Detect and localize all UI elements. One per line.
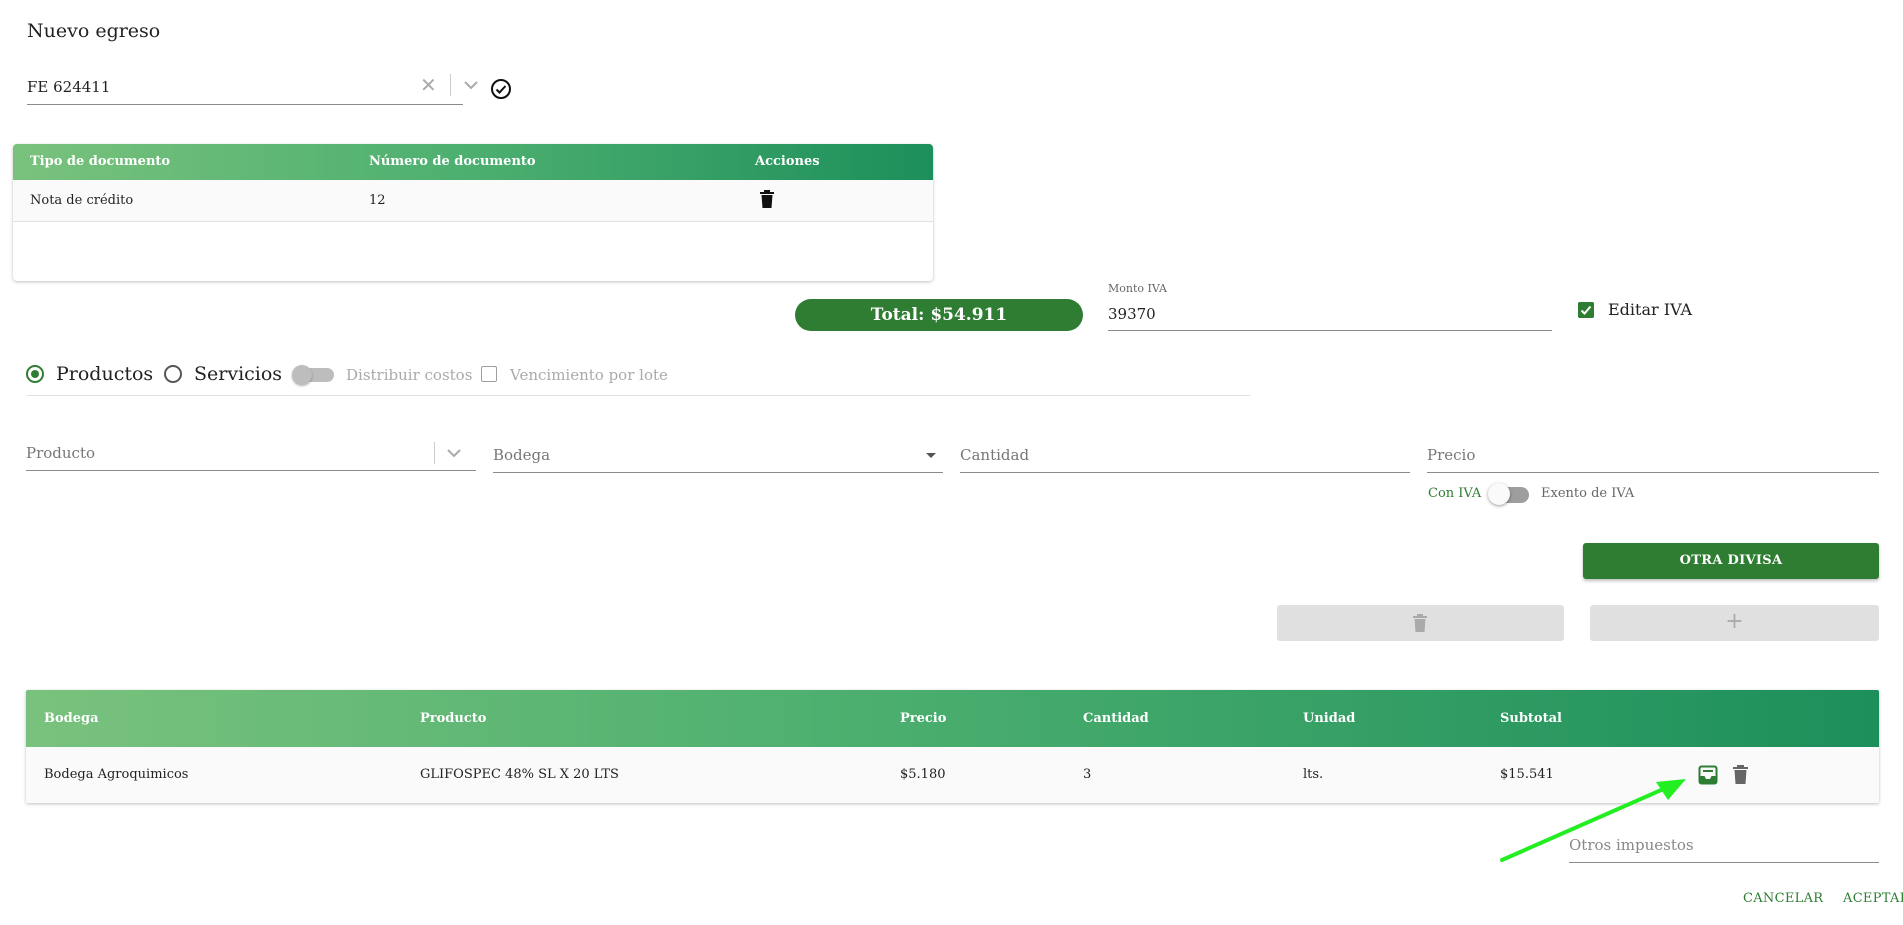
monto-iva-label: Monto IVA bbox=[1108, 282, 1167, 295]
cell-numero: 12 bbox=[369, 193, 386, 208]
page-title: Nuevo egreso bbox=[27, 20, 161, 42]
producto-placeholder: Producto bbox=[26, 444, 96, 462]
cantidad-placeholder: Cantidad bbox=[960, 446, 1030, 464]
edit-iva-checkbox[interactable] bbox=[1578, 302, 1594, 318]
bodega-placeholder: Bodega bbox=[493, 446, 551, 464]
radio-productos[interactable] bbox=[26, 365, 44, 383]
monto-iva-field[interactable]: Monto IVA 39370 bbox=[1108, 282, 1552, 331]
vencimiento-lote-label: Vencimiento por lote bbox=[510, 366, 668, 384]
header-unidad: Unidad bbox=[1303, 711, 1356, 726]
caret-down-icon bbox=[926, 453, 936, 458]
cell-bodega: Bodega Agroquimicos bbox=[44, 767, 189, 782]
header-acciones: Acciones bbox=[755, 154, 820, 169]
exento-iva-label: Exento de IVA bbox=[1541, 486, 1635, 501]
cell-cantidad: 3 bbox=[1083, 767, 1092, 782]
check-circle-icon[interactable] bbox=[489, 77, 513, 101]
header-bodega: Bodega bbox=[44, 711, 99, 726]
plus-icon: + bbox=[1725, 609, 1744, 634]
cell-precio: $5.180 bbox=[900, 767, 946, 782]
select-separator bbox=[434, 442, 435, 464]
precio-input[interactable]: Precio bbox=[1427, 440, 1879, 473]
document-select[interactable]: FE 624411 ✕ bbox=[27, 70, 478, 105]
cell-tipo: Nota de crédito bbox=[30, 193, 134, 208]
header-subtotal: Subtotal bbox=[1500, 711, 1562, 726]
annotation-arrow-icon bbox=[1500, 779, 1686, 862]
edit-iva-label: Editar IVA bbox=[1608, 300, 1693, 319]
chevron-down-icon[interactable] bbox=[461, 76, 481, 94]
iva-toggle-knob[interactable] bbox=[1488, 483, 1510, 505]
cell-producto: GLIFOSPEC 48% SL X 20 LTS bbox=[420, 767, 619, 782]
close-icon[interactable]: ✕ bbox=[420, 73, 437, 97]
radio-servicios[interactable] bbox=[164, 365, 182, 383]
divider bbox=[27, 395, 1250, 396]
header-cantidad: Cantidad bbox=[1083, 711, 1149, 726]
documents-table-header: Tipo de documento Número de documento Ac… bbox=[13, 144, 933, 180]
document-select-value: FE 624411 bbox=[27, 78, 111, 96]
radio-productos-label: Productos bbox=[56, 363, 154, 385]
trash-icon[interactable] bbox=[758, 189, 776, 209]
cell-unidad: lts. bbox=[1303, 767, 1324, 782]
bodega-select[interactable]: Bodega bbox=[493, 440, 943, 473]
distribuir-costos-label: Distribuir costos bbox=[346, 366, 473, 384]
distribuir-costos-toggle-knob[interactable] bbox=[292, 365, 312, 385]
monto-iva-value: 39370 bbox=[1108, 305, 1156, 323]
trash-icon bbox=[1413, 614, 1427, 632]
header-producto: Producto bbox=[420, 711, 487, 726]
total-badge: Total: $54.911 bbox=[795, 299, 1083, 331]
precio-placeholder: Precio bbox=[1427, 446, 1476, 464]
documents-table: Tipo de documento Número de documento Ac… bbox=[13, 144, 933, 281]
header-numero-documento: Número de documento bbox=[369, 154, 536, 169]
cantidad-input[interactable]: Cantidad bbox=[960, 440, 1410, 473]
header-tipo-documento: Tipo de documento bbox=[30, 154, 171, 169]
header-precio: Precio bbox=[900, 711, 947, 726]
inbox-icon[interactable] bbox=[1698, 765, 1718, 785]
cancel-button[interactable]: CANCELAR bbox=[1743, 891, 1823, 906]
add-item-button[interactable]: + bbox=[1590, 605, 1879, 641]
otra-divisa-button[interactable]: OTRA DIVISA bbox=[1583, 543, 1879, 579]
vencimiento-lote-checkbox[interactable] bbox=[481, 366, 497, 382]
delete-item-button[interactable] bbox=[1277, 605, 1564, 641]
table-row: Nota de crédito 12 bbox=[13, 180, 933, 222]
radio-servicios-label: Servicios bbox=[194, 363, 283, 385]
producto-select[interactable]: Producto bbox=[26, 438, 476, 471]
select-separator bbox=[450, 74, 451, 96]
chevron-down-icon[interactable] bbox=[444, 444, 464, 462]
accept-button[interactable]: ACEPTAR bbox=[1843, 891, 1903, 906]
con-iva-label: Con IVA bbox=[1428, 486, 1482, 501]
items-table-header: Bodega Producto Precio Cantidad Unidad S… bbox=[26, 690, 1879, 747]
trash-icon[interactable] bbox=[1732, 764, 1749, 785]
